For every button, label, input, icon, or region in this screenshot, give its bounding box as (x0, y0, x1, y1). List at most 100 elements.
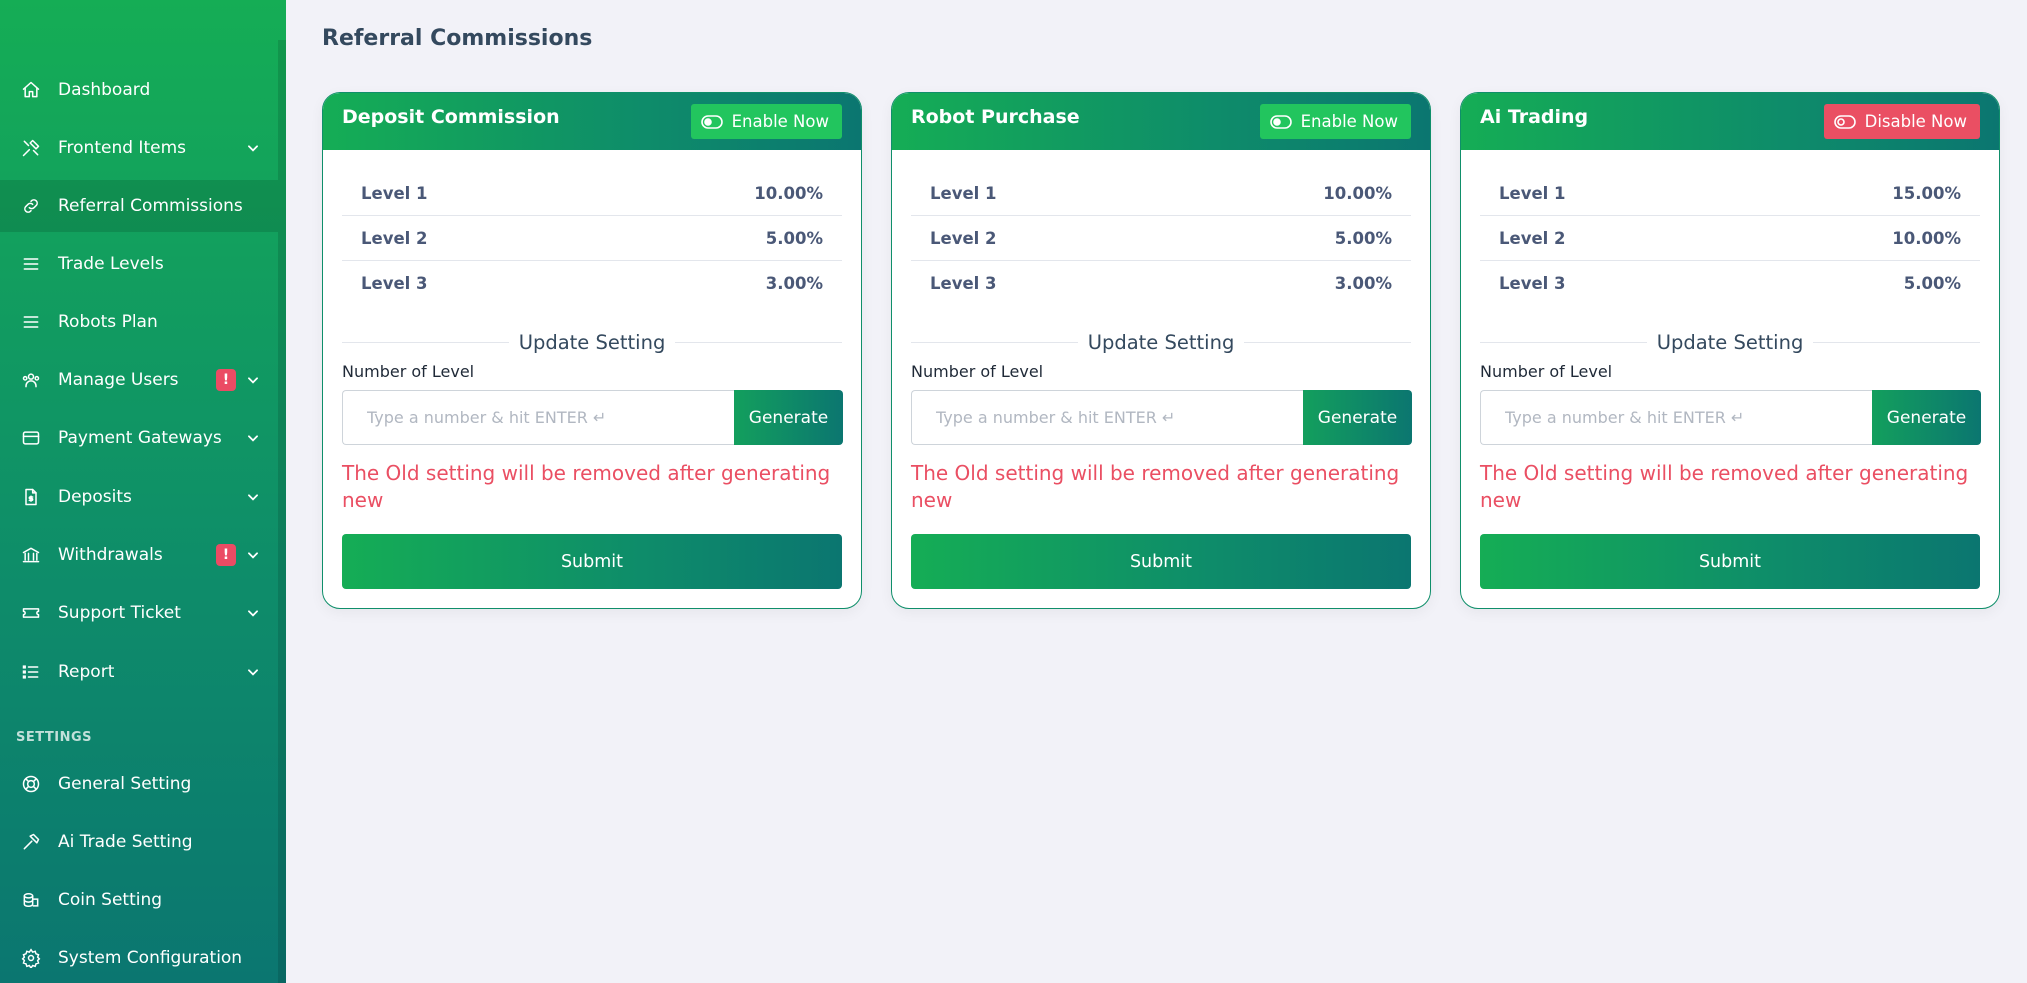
sidebar-item-label: Ai Trade Setting (58, 832, 193, 852)
level-value: 10.00% (754, 183, 823, 203)
level-row: Level 3 3.00% (911, 261, 1411, 306)
card-header: Robot Purchase Enable Now (892, 93, 1430, 150)
sidebar-item-label: Trade Levels (58, 254, 164, 274)
sidebar-item-report[interactable]: Report (0, 646, 278, 698)
toggle-label: Disable Now (1864, 112, 1967, 131)
update-setting-divider: Update Setting (342, 329, 843, 355)
update-setting-divider: Update Setting (911, 329, 1412, 355)
disable-now-button[interactable]: Disable Now (1823, 104, 1980, 139)
number-of-level-input[interactable] (342, 390, 734, 445)
link-icon (20, 195, 42, 217)
submit-button[interactable]: Submit (342, 534, 842, 589)
divider-line (1480, 341, 1647, 343)
level-label: Level 3 (1499, 274, 1566, 293)
level-row: Level 2 5.00% (342, 216, 842, 261)
lifebuoy-icon (20, 773, 42, 795)
sidebar-scrollbar[interactable] (278, 40, 286, 983)
level-label: Level 3 (361, 274, 428, 293)
sidebar-item-label: Dashboard (58, 80, 151, 100)
divider-line (342, 341, 509, 343)
sidebar-item-label: Frontend Items (58, 138, 186, 158)
level-value: 5.00% (765, 228, 823, 248)
sidebar-item-label: Referral Commissions (58, 196, 243, 216)
sidebar-item-label: General Setting (58, 774, 192, 794)
update-setting-title: Update Setting (1656, 330, 1804, 354)
sidebar-item-robots-plan[interactable]: Robots Plan (0, 296, 278, 348)
card-title: Deposit Commission (342, 106, 560, 128)
divider-line (1244, 341, 1412, 343)
card-header: Deposit Commission Enable Now (323, 93, 861, 150)
level-row: Level 1 10.00% (342, 171, 842, 216)
divider-line (1813, 341, 1981, 343)
sidebar-item-label: Support Ticket (58, 603, 181, 623)
level-label: Level 1 (361, 183, 428, 203)
level-label: Level 1 (1499, 183, 1566, 203)
sidebar-item-deposits[interactable]: Deposits (0, 471, 278, 523)
tools-icon (20, 137, 42, 159)
home-icon (20, 79, 42, 101)
sidebar-item-ai-trade-setting[interactable]: Ai Trade Setting (0, 816, 278, 868)
generate-button[interactable]: Generate (1872, 390, 1981, 445)
sidebar-item-referral-commissions[interactable]: Referral Commissions (0, 180, 278, 232)
level-label: Level 3 (930, 274, 997, 293)
number-of-level-input[interactable] (911, 390, 1303, 445)
enable-now-button[interactable]: Enable Now (1259, 104, 1411, 139)
level-value: 10.00% (1892, 228, 1961, 248)
level-value: 10.00% (1323, 183, 1392, 203)
hammer-icon (20, 831, 42, 853)
level-row: Level 1 10.00% (911, 171, 1411, 216)
page-title: Referral Commissions (322, 26, 593, 51)
level-label: Level 1 (930, 183, 997, 203)
level-label: Level 2 (930, 228, 997, 248)
sidebar-item-coin-setting[interactable]: Coin Setting (0, 874, 278, 926)
number-of-level-label: Number of Level (1480, 362, 1613, 381)
level-value: 15.00% (1892, 183, 1961, 203)
warning-text: The Old setting will be removed after ge… (342, 461, 831, 512)
sidebar-item-system-configuration[interactable]: System Configuration (0, 932, 278, 983)
sidebar-item-dashboard[interactable]: Dashboard (0, 64, 278, 116)
sidebar-item-label: Robots Plan (58, 312, 158, 332)
warning-text: The Old setting will be removed after ge… (911, 461, 1400, 512)
level-value: 5.00% (1334, 228, 1392, 248)
level-row: Level 3 3.00% (342, 261, 842, 306)
commission-card-ai-trading: Ai Trading Disable Now Level 1 15.00% Le… (1460, 92, 2000, 609)
sidebar-item-label: Payment Gateways (58, 428, 222, 448)
sidebar-item-label: Coin Setting (58, 890, 163, 910)
sidebar: Dashboard Frontend Items Referral Commis… (0, 0, 286, 983)
toggle-on-icon (1269, 114, 1292, 129)
number-of-level-input[interactable] (1480, 390, 1872, 445)
chevron-down-icon (246, 548, 260, 562)
card-title: Ai Trading (1480, 106, 1589, 128)
sidebar-item-payment-gateways[interactable]: Payment Gateways (0, 412, 278, 464)
toggle-off-icon (1833, 114, 1856, 129)
update-setting-divider: Update Setting (1480, 329, 1981, 355)
submit-button[interactable]: Submit (1480, 534, 1980, 589)
chevron-down-icon (246, 373, 260, 387)
sidebar-item-frontend-items[interactable]: Frontend Items (0, 122, 278, 174)
commission-card-robot-purchase: Robot Purchase Enable Now Level 1 10.00%… (891, 92, 1431, 609)
sidebar-item-support-ticket[interactable]: Support Ticket (0, 587, 278, 639)
sidebar-item-label: Report (58, 662, 115, 682)
level-label: Level 2 (1499, 228, 1566, 248)
sidebar-item-manage-users[interactable]: Manage Users ! (0, 354, 278, 406)
list-icon (20, 253, 42, 275)
chevron-down-icon (246, 490, 260, 504)
warning-text: The Old setting will be removed after ge… (1480, 461, 1969, 512)
toggle-label: Enable Now (1300, 112, 1398, 131)
update-setting-title: Update Setting (1087, 330, 1235, 354)
ticket-icon (20, 602, 42, 624)
level-row: Level 1 15.00% (1480, 171, 1980, 216)
chevron-down-icon (246, 431, 260, 445)
sidebar-item-withdrawals[interactable]: Withdrawals ! (0, 529, 278, 581)
divider-line (911, 341, 1078, 343)
chevron-down-icon (246, 141, 260, 155)
sidebar-item-trade-levels[interactable]: Trade Levels (0, 238, 278, 290)
submit-button[interactable]: Submit (911, 534, 1411, 589)
enable-now-button[interactable]: Enable Now (690, 104, 842, 139)
level-row: Level 2 10.00% (1480, 216, 1980, 261)
generate-button[interactable]: Generate (1303, 390, 1412, 445)
users-icon (20, 369, 42, 391)
sidebar-item-label: System Configuration (58, 948, 243, 968)
sidebar-item-general-setting[interactable]: General Setting (0, 758, 278, 810)
generate-button[interactable]: Generate (734, 390, 843, 445)
